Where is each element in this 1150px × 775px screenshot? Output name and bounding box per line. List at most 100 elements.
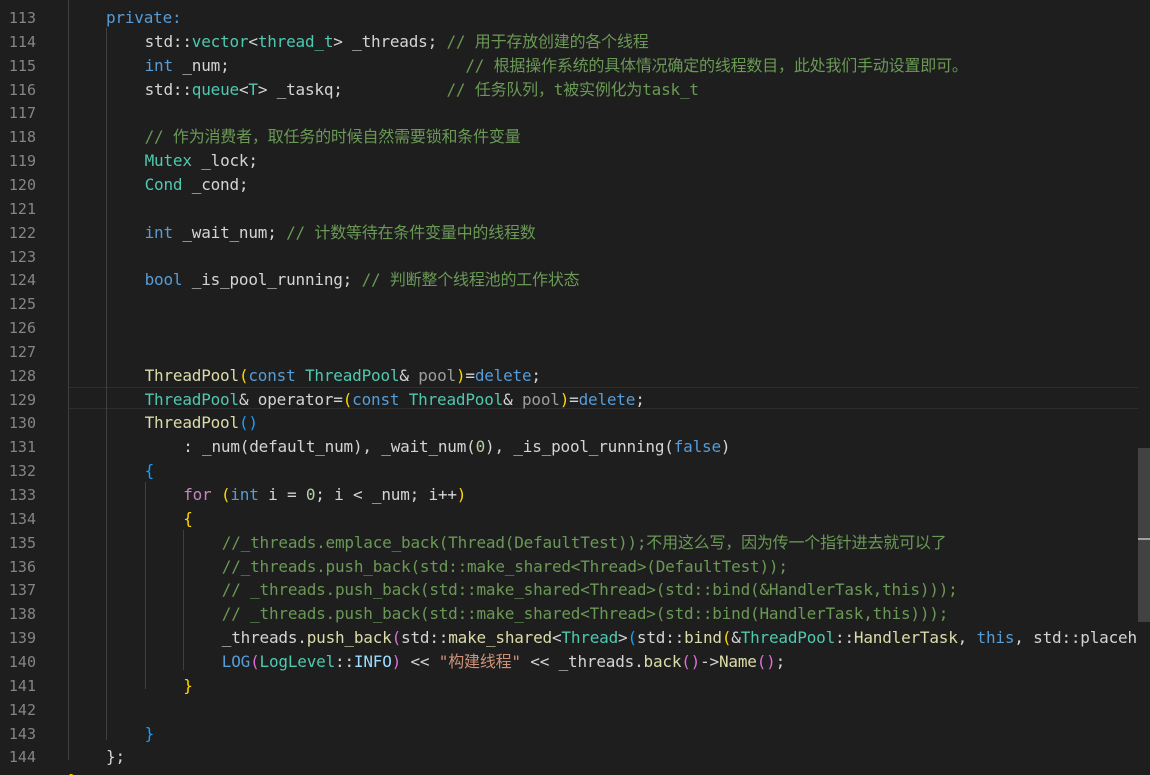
code-line[interactable]: } [144,723,155,744]
line-number: 120 [8,175,36,194]
code-token: < [238,79,249,99]
code-token: // 任务队列，t被实例化为task_t [446,79,699,99]
code-token: > _threads; [333,31,447,51]
code-token: : _num(default_num), _wait_num( [183,437,476,457]
code-token: :: [835,628,854,648]
code-token: << _threads. [520,651,644,671]
code-area[interactable]: private:std::vector<thread_t> _threads; … [62,0,1150,775]
line-number-gutter[interactable]: 113 114 115 116 117 118 119 120 121 122 123 124 125 1… [0,0,62,775]
code-line[interactable]: //_threads.emplace_back(Thread(DefaultTe… [222,533,947,553]
code-token: & [399,365,419,385]
code-line[interactable]: for (int i = 0; i < _num; i++) [183,485,466,505]
code-token: Name [719,651,757,671]
line-number: 128 [8,366,36,385]
code-line[interactable]: { [144,461,155,481]
code-token: { [144,461,155,481]
code-token: { [183,508,193,528]
code-token: () [238,413,258,433]
code-token: ( [342,389,353,409]
code-line[interactable]: Mutex _lock; [145,151,258,171]
code-line[interactable]: } [68,771,78,775]
code-token: pool [418,365,456,385]
code-token: _lock; [191,151,258,171]
code-token: vector [191,31,249,51]
scrollbar-thumb[interactable] [1138,448,1150,622]
code-token: HandlerTask [853,628,958,648]
code-token: > _taskq; [257,79,447,99]
code-line[interactable]: // 作为消费者，取任务的时候自然需要锁和条件变量 [145,127,521,147]
code-line[interactable]: { [183,508,193,529]
code-token: ; [531,365,541,385]
code-line[interactable]: //_threads.push_back(std::make_shared<Th… [222,557,788,577]
line-number: 131 [8,438,36,457]
code-token: ) [720,437,731,457]
line-number: 144 [8,748,36,767]
code-token: ( [238,365,249,385]
code-token: ; [775,651,786,671]
code-token: std:: [636,628,685,648]
code-token: ; i < _num; i++ [315,485,457,504]
code-line[interactable]: bool _is_pool_running; // 判断整个线程池的工作状态 [145,270,580,290]
code-token: "构建线程" [438,651,521,671]
code-token: back [643,651,682,671]
code-line[interactable]: } [183,676,193,696]
line-number: 117 [8,104,36,123]
code-token: ) [391,651,402,671]
code-token: make_shared [448,628,552,648]
line-number: 136 [8,557,36,576]
code-line[interactable]: int _num; // 根据操作系统的具体情况确定的线程数目，此处我们手动设置… [145,56,968,76]
indent-guide [106,28,107,740]
code-line[interactable]: Cond _cond; [145,175,249,195]
vertical-scrollbar[interactable] [1138,0,1150,775]
code-token: const [352,389,400,409]
code-token: _cond; [182,174,249,194]
code-token: for [183,485,212,504]
code-line[interactable]: LOG(LogLevel::INFO) << "构建线程" << _thread… [222,652,785,672]
code-line[interactable]: ThreadPool& operator=(const ThreadPool& … [145,390,645,410]
code-token: & [503,389,522,409]
code-line[interactable]: // _threads.push_back(std::make_shared<T… [221,604,949,624]
code-token: = [569,389,579,409]
code-token: ; [115,747,125,767]
line-number: 137 [8,581,36,600]
code-token: } [144,723,155,743]
code-line[interactable]: std::queue<T> _taskq; // 任务队列，t被实例化为task… [145,80,699,100]
line-number: 140 [8,652,36,671]
code-token: ), _is_pool_running( [485,437,674,457]
code-line[interactable]: ThreadPool(const ThreadPool& pool)=delet… [145,366,541,386]
code-token: // 作为消费者，取任务的时候自然需要锁和条件变量 [144,127,521,147]
code-token: } [68,771,78,775]
code-editor[interactable]: 113 114 115 116 117 118 119 120 121 122 123 124 125 1… [0,0,1150,775]
code-token: // 判断整个线程池的工作状态 [361,270,580,290]
code-token: const [248,365,296,385]
code-token: bind [684,628,722,648]
code-token: = [465,365,475,385]
line-number: 121 [8,199,36,218]
line-number: 129 [8,390,36,409]
code-token: thread_t [257,31,334,51]
code-token: _threads. [221,628,307,648]
code-line[interactable]: _threads.push_back(std::make_shared<Thre… [222,628,1137,648]
code-line[interactable]: // _threads.push_back(std::make_shared<T… [222,580,958,600]
code-token: Cond [144,174,183,194]
code-line[interactable]: : _num(default_num), _wait_num(0), _is_p… [183,437,730,457]
code-token: -> [700,651,719,671]
line-number: 122 [8,223,36,242]
code-line[interactable]: std::vector<thread_t> _threads; // 用于存放创… [145,32,649,52]
code-token: ( [391,628,402,648]
scrollbar-cursor-marker [1138,538,1150,540]
indent-guide [68,0,69,760]
code-token: // 计数等待在条件变量中的线程数 [286,222,536,242]
line-number: 113 [8,9,36,27]
code-token: i = [258,485,306,504]
code-line[interactable]: private: [106,8,182,28]
code-line[interactable]: }; [106,747,125,767]
code-line[interactable]: int _wait_num; // 计数等待在条件变量中的线程数 [145,223,536,243]
code-token: // _threads.push_back(std::make_shared<T… [221,604,949,624]
code-token: Thread [561,628,619,648]
code-line[interactable]: ThreadPool() [145,413,258,433]
line-number: 138 [8,605,36,624]
code-token: pool [521,389,560,409]
code-token: _num; [172,55,466,75]
